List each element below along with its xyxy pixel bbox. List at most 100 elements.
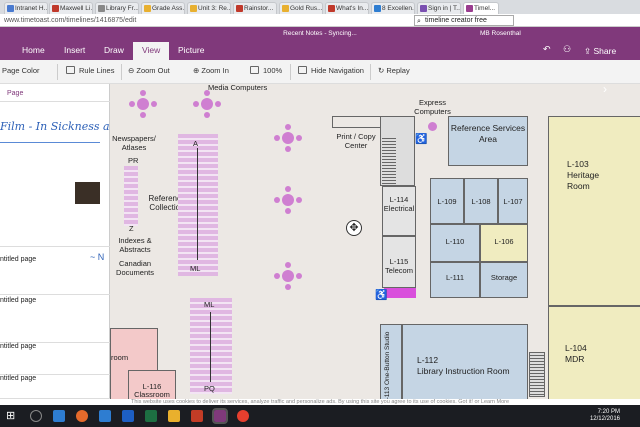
tab-home[interactable]: Home	[22, 45, 45, 55]
rule-lines-button[interactable]: Rule Lines	[66, 66, 114, 75]
favicon-icon	[52, 5, 59, 12]
library-instruction-room: L-112 Library Instruction Room	[402, 324, 528, 399]
browser-tab-label: 8 Excellen...	[382, 5, 415, 12]
browser-tab[interactable]: Maxwell Li...	[49, 2, 93, 14]
ribbon-tabs: Home Insert Draw View Picture ↶ ⚇ ⇪ Shar…	[0, 41, 640, 60]
stairs	[529, 352, 545, 397]
browser-tab[interactable]: Timel...	[463, 2, 499, 14]
stairs	[382, 136, 396, 184]
clock-date: 12/12/2016	[589, 416, 620, 422]
chair-icon	[285, 284, 291, 290]
url-field[interactable]: www.timetoast.com/timelines/1416875/edit	[4, 16, 409, 26]
canadian-documents-label: Canadian Documents	[116, 259, 154, 277]
user-name[interactable]: MB Rosenthal	[480, 27, 521, 41]
favicon-icon	[7, 5, 14, 12]
print-copy-label: Print / Copy Center	[336, 132, 376, 150]
chair-icon	[274, 197, 280, 203]
chevron-right-icon[interactable]: ›	[592, 84, 618, 102]
powerpoint-icon[interactable]	[191, 410, 203, 422]
chair-icon	[296, 135, 302, 141]
table-icon	[282, 194, 294, 206]
chair-icon	[285, 208, 291, 214]
tab-insert[interactable]: Insert	[64, 45, 85, 55]
windows-start-icon[interactable]: ⊞	[6, 410, 18, 422]
divider	[57, 64, 58, 80]
find-text: timeline creator free	[425, 17, 487, 24]
shelf-pr-label: PR	[128, 156, 139, 165]
cortana-icon[interactable]	[30, 410, 42, 422]
reference-services-room: Reference Services Area	[448, 116, 528, 166]
clock[interactable]: 7:20 PM 12/12/2016	[590, 409, 620, 423]
word-icon[interactable]	[122, 410, 134, 422]
chair-icon	[274, 135, 280, 141]
chair-icon	[129, 101, 135, 107]
move-cursor-icon: ✥	[346, 220, 362, 236]
handwriting-text: Film - In Sickness a	[0, 120, 110, 133]
browser-tab-label: Unit 3: Re...	[198, 5, 231, 12]
page-item[interactable]: ntitled page	[0, 247, 110, 295]
page-item[interactable]: ntitled page	[0, 343, 110, 375]
chair-icon	[151, 101, 157, 107]
tab-picture[interactable]: Picture	[178, 45, 204, 55]
page-item[interactable]: ntitled page	[0, 375, 110, 399]
thumbnail-image	[75, 182, 100, 204]
edge-icon[interactable]	[53, 410, 65, 422]
browser-tab-label: Maxwell Li...	[60, 5, 93, 12]
page-list-header[interactable]: Page	[0, 84, 110, 102]
page-color-button[interactable]: Page Color	[2, 66, 40, 75]
zoom-in-button[interactable]: ⊕ Zoom In	[193, 66, 229, 75]
studio-label: L-113 One-Button Studio	[384, 331, 391, 399]
search-icon: ⌕	[417, 18, 421, 25]
mdr-name: MDR	[565, 354, 585, 364]
telecom-name: Telecom	[385, 266, 413, 275]
browser-tab[interactable]: Unit 3: Re...	[187, 2, 231, 14]
zoom-out-button[interactable]: ⊖ Zoom Out	[128, 66, 170, 75]
excel-icon[interactable]	[145, 410, 157, 422]
table-icon	[282, 270, 294, 282]
folder-icon[interactable]	[168, 410, 180, 422]
favicon-icon	[374, 5, 381, 12]
page-preview-item[interactable]: Film - In Sickness a ~ N	[0, 102, 110, 262]
storage-room: Storage	[480, 262, 528, 298]
zoom-100-button[interactable]: 100%	[250, 66, 282, 75]
firefox-icon[interactable]	[76, 410, 88, 422]
room-l108: L-108	[464, 178, 498, 224]
instruction-number: L-112	[417, 355, 439, 365]
browser-tab[interactable]: 8 Excellen...	[371, 2, 415, 14]
browser-tab[interactable]: Sign in | T...	[417, 2, 461, 14]
clock-time: 7:20 PM	[597, 409, 620, 415]
find-box[interactable]: ⌕ timeline creator free	[414, 15, 514, 26]
person-icon[interactable]: ⚇	[563, 44, 571, 55]
table-icon	[201, 98, 213, 110]
shelf-ml-label: ML	[190, 264, 201, 273]
page-item[interactable]: ntitled page	[0, 295, 110, 343]
hide-navigation-button[interactable]: Hide Navigation	[298, 66, 364, 75]
replay-button[interactable]: ↻ Replay	[378, 66, 410, 75]
tab-view[interactable]: View	[133, 42, 170, 60]
media-computers-label: Media Computers	[208, 84, 268, 92]
browser-tab[interactable]: Library Fr...	[95, 2, 139, 14]
browser-tab[interactable]: Intranet H...	[4, 2, 48, 14]
browser-tab[interactable]: What's In...	[325, 2, 369, 14]
browser-tab[interactable]: Rainstor...	[233, 2, 277, 14]
browser-tab[interactable]: Grade Ass...	[141, 2, 185, 14]
chair-icon	[285, 146, 291, 152]
page-item-label: ntitled page	[0, 343, 37, 350]
share-button[interactable]: ⇪ Share	[584, 46, 616, 57]
browser-tab-strip: Intranet H... Maxwell Li... Library Fr... G…	[0, 0, 640, 14]
browser-tab-label: Library Fr...	[106, 5, 139, 12]
browser-tab-label: What's In...	[336, 5, 369, 12]
divider	[370, 64, 371, 80]
electrical-number: L-114	[389, 195, 409, 204]
browser-tab[interactable]: Gold Rus...	[279, 2, 323, 14]
chair-icon	[204, 112, 210, 118]
undo-icon[interactable]: ↶	[543, 44, 551, 55]
browser-tab-label: Grade Ass...	[152, 5, 185, 12]
app-icon[interactable]	[99, 410, 111, 422]
onenote-icon[interactable]	[212, 408, 228, 424]
chair-icon	[274, 273, 280, 279]
chrome-icon[interactable]	[237, 410, 249, 422]
page-item-label: ntitled page	[0, 375, 37, 382]
zoom-100-icon	[250, 66, 259, 74]
tab-draw[interactable]: Draw	[104, 45, 124, 55]
